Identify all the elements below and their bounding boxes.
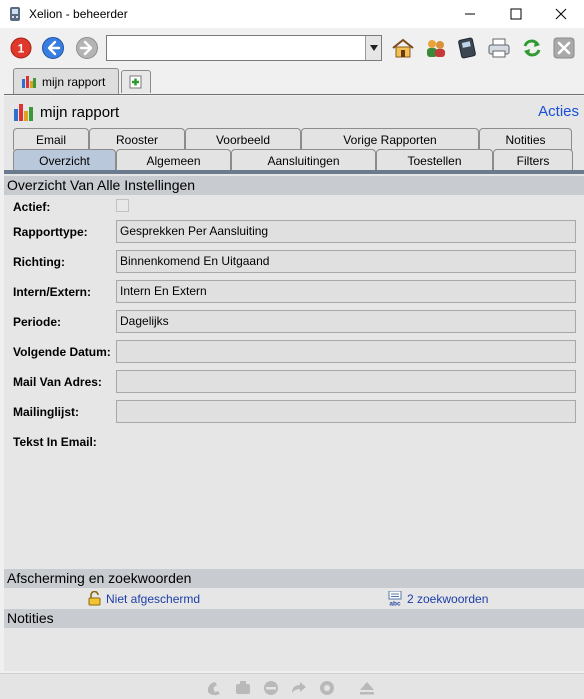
address-input[interactable] [109,37,359,59]
volgende-datum-field [116,340,576,363]
refresh-icon [523,39,541,57]
mail-van-adres-label: Mail Van Adres: [13,375,102,389]
overview-heading: Overzicht Van Alle Instellingen [4,176,584,195]
home-button[interactable] [390,35,416,61]
phone-book-icon [458,37,476,59]
notification-icon: 1 [10,37,32,59]
tab-email[interactable]: Email [13,128,89,150]
svg-text:1: 1 [18,42,25,56]
actief-checkbox[interactable] [116,199,129,212]
stop-button[interactable] [551,35,577,61]
svg-text:abc: abc [389,601,401,607]
notes-heading: Notities [4,609,584,628]
close-window-button[interactable] [538,0,584,28]
hold-icon[interactable] [262,680,280,696]
doc-tab-divider [4,94,584,95]
rapporttype-field: Gesprekken Per Aansluiting [116,220,576,243]
actief-label: Actief: [13,200,51,214]
mailinglijst-label: Mailinglijst: [13,405,79,419]
keywords-label: 2 zoekwoorden [407,591,489,606]
tab-rooster[interactable]: Rooster [89,128,185,150]
forward-button[interactable] [74,35,100,61]
intern-extern-field: Intern En Extern [116,280,576,303]
home-icon [392,38,414,58]
report-title: mijn rapport [40,103,120,121]
report-chart-icon [14,104,33,121]
new-tab-button[interactable] [121,70,151,93]
tab-overzicht[interactable]: Overzicht [13,149,116,171]
acties-link[interactable]: Acties [538,103,579,120]
chevron-down-icon [369,45,378,51]
report-header: mijn rapport [14,101,119,123]
shield-status-label: Niet afgeschermd [106,591,201,606]
richting-field: Binnenkomend En Uitgaand [116,250,576,273]
mail-van-adres-field [116,370,576,393]
notification-count-button[interactable]: 1 [8,35,34,61]
report-chart-icon [22,76,36,88]
tekst-in-email-label: Tekst In Email: [13,435,97,449]
forward-call-icon[interactable] [290,680,308,696]
printer-icon [488,38,510,58]
doc-tab-label: mijn rapport [42,74,106,89]
mailinglijst-field [116,400,576,423]
maximize-button[interactable] [493,0,539,28]
periode-label: Periode: [13,315,62,329]
refresh-button[interactable] [519,35,545,61]
address-dropdown-button[interactable] [365,36,381,60]
back-arrow-icon [42,37,64,59]
add-page-icon [129,75,142,89]
volgende-datum-label: Volgende Datum: [13,345,111,359]
tab-aansluitingen[interactable]: Aansluitingen [231,149,376,171]
periode-field: Dagelijks [116,310,576,333]
minimize-button[interactable] [447,0,493,28]
address-combobox[interactable] [106,35,382,61]
app-phone-icon [10,7,20,21]
rapporttype-label: Rapporttype: [13,225,88,239]
tabs-base-line [4,170,584,174]
shield-status-link[interactable]: Niet afgeschermd [88,591,200,606]
unlocked-padlock-icon [88,591,101,606]
tab-filters[interactable]: Filters [493,149,573,171]
forward-arrow-icon [76,37,98,59]
tab-notities[interactable]: Notities [479,128,572,150]
keywords-link[interactable]: abc 2 zoekwoorden [387,591,488,606]
contacts-button[interactable] [423,35,449,61]
window-title: Xelion - beheerder [29,7,128,21]
transfer-icon[interactable] [234,680,252,696]
conference-icon[interactable] [318,680,336,696]
tab-vorige-rapporten[interactable]: Vorige Rapporten [301,128,479,150]
doc-tab-mijn-rapport[interactable]: mijn rapport [13,68,119,94]
call-status-bar [0,673,584,699]
contacts-icon [427,40,445,57]
protection-heading: Afscherming en zoekwoorden [4,569,584,588]
stop-icon [553,37,575,59]
tab-algemeen[interactable]: Algemeen [116,149,231,171]
intern-extern-label: Intern/Extern: [13,285,92,299]
handset-icon[interactable] [206,680,224,696]
tab-toestellen[interactable]: Toestellen [376,149,493,171]
title-bar: Xelion - beheerder [0,0,584,28]
tab-voorbeeld[interactable]: Voorbeeld [185,128,301,150]
richting-label: Richting: [13,255,65,269]
eject-icon[interactable] [358,680,376,696]
keywords-abc-icon: abc [388,591,402,607]
print-button[interactable] [486,35,512,61]
phone-book-button[interactable] [455,35,481,61]
back-button[interactable] [40,35,66,61]
